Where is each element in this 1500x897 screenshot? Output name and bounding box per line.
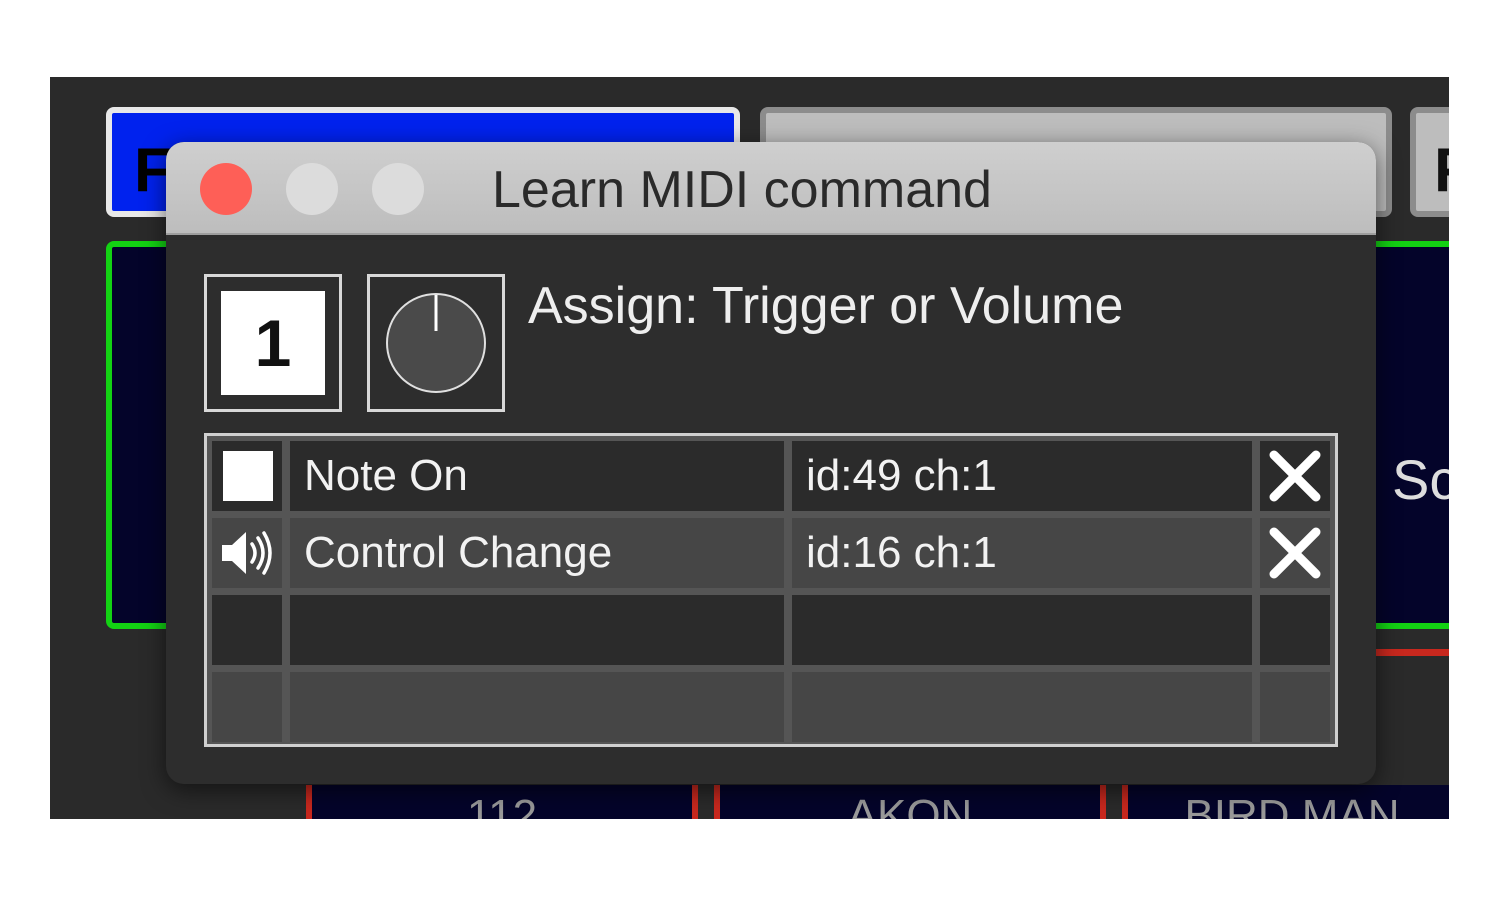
type-cell bbox=[290, 672, 784, 742]
id-cell bbox=[792, 672, 1252, 742]
square-icon bbox=[223, 451, 273, 501]
background-divider bbox=[1372, 649, 1449, 656]
delete-mapping-button[interactable] bbox=[1268, 526, 1322, 580]
type-icon-cell bbox=[212, 595, 282, 665]
zoom-window-button[interactable] bbox=[372, 163, 424, 215]
background-cell-label: BIRD MAN bbox=[1184, 791, 1400, 819]
minimize-window-button[interactable] bbox=[286, 163, 338, 215]
id-cell: id:16 ch:1 bbox=[792, 518, 1252, 588]
background-tab[interactable]: F bbox=[1410, 107, 1449, 217]
title-bar[interactable]: Learn MIDI command bbox=[166, 142, 1376, 235]
midi-id: id:16 ch:1 bbox=[806, 528, 997, 577]
background-panel-text: Sc bbox=[1392, 448, 1449, 511]
table-row[interactable] bbox=[212, 672, 1330, 742]
assign-label: Assign: Trigger or Volume bbox=[528, 277, 1124, 335]
midi-mapping-table: Note On id:49 ch:1 Control Change id:16 … bbox=[204, 433, 1338, 747]
midi-type: Note On bbox=[304, 451, 468, 500]
trigger-assign-button[interactable]: 1 bbox=[204, 274, 342, 412]
background-cell[interactable]: AKON bbox=[714, 785, 1106, 819]
table-row[interactable]: Note On id:49 ch:1 bbox=[212, 441, 1330, 511]
id-cell bbox=[792, 595, 1252, 665]
speaker-icon bbox=[222, 531, 272, 575]
delete-mapping-button[interactable] bbox=[1268, 449, 1322, 503]
delete-cell bbox=[1260, 441, 1330, 511]
learn-midi-dialog: Learn MIDI command 1 Assign: Trigger or … bbox=[166, 142, 1376, 784]
close-window-button[interactable] bbox=[200, 163, 252, 215]
table-row[interactable]: Control Change id:16 ch:1 bbox=[212, 518, 1330, 588]
type-icon-cell bbox=[212, 518, 282, 588]
midi-type: Control Change bbox=[304, 528, 613, 577]
type-cell bbox=[290, 595, 784, 665]
id-cell: id:49 ch:1 bbox=[792, 441, 1252, 511]
volume-knob-icon bbox=[386, 293, 486, 393]
trigger-number: 1 bbox=[221, 291, 325, 395]
type-cell: Control Change bbox=[290, 518, 784, 588]
type-icon-cell bbox=[212, 672, 282, 742]
background-cell-label: AKON bbox=[847, 791, 973, 819]
delete-cell bbox=[1260, 595, 1330, 665]
background-tab-label: F bbox=[1434, 135, 1449, 206]
midi-id: id:49 ch:1 bbox=[806, 451, 997, 500]
background-cell[interactable]: BIRD MAN bbox=[1122, 785, 1449, 819]
type-cell: Note On bbox=[290, 441, 784, 511]
background-cell[interactable]: 112 bbox=[306, 785, 698, 819]
volume-assign-button[interactable] bbox=[367, 274, 505, 412]
type-icon-cell bbox=[212, 441, 282, 511]
delete-cell bbox=[1260, 518, 1330, 588]
delete-cell bbox=[1260, 672, 1330, 742]
table-row[interactable] bbox=[212, 595, 1330, 665]
background-cell-label: 112 bbox=[466, 791, 538, 819]
window-title: Learn MIDI command bbox=[492, 161, 992, 219]
